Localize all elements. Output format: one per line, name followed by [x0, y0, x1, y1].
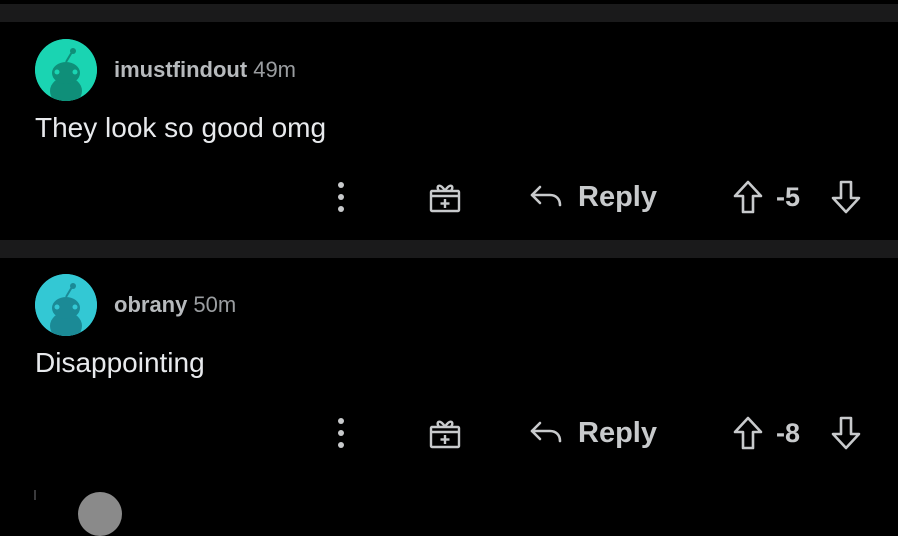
reply-label[interactable]: Reply	[578, 417, 657, 450]
comment-body: They look so good omg	[35, 112, 327, 143]
comment-divider	[0, 240, 898, 258]
thread-line[interactable]	[34, 490, 36, 500]
top-divider	[0, 4, 898, 22]
reply-arrow-icon	[530, 421, 562, 443]
gift-plus-icon	[429, 420, 461, 449]
comment-time: 49m	[253, 57, 296, 82]
comment-actions: Reply -8	[0, 409, 898, 457]
downvote-button[interactable]	[826, 173, 866, 221]
comment-body: Disappointing	[35, 347, 205, 378]
username[interactable]: imustfindout 49m	[114, 57, 296, 83]
username-text[interactable]: imustfindout	[114, 57, 247, 82]
reply-arrow-icon	[530, 185, 562, 207]
vote-score: -5	[776, 182, 801, 212]
vote-score: -8	[776, 418, 801, 448]
downvote-button[interactable]	[826, 409, 866, 457]
arrow-up-icon	[733, 180, 763, 214]
reply-button[interactable]: Reply	[528, 173, 678, 221]
vertical-ellipsis-icon	[338, 418, 344, 448]
snoo-avatar-icon	[35, 39, 97, 101]
more-options-button[interactable]	[322, 409, 360, 457]
reply-label[interactable]: Reply	[578, 181, 657, 214]
next-comment-avatar[interactable]	[78, 492, 122, 536]
username[interactable]: obrany 50m	[114, 292, 236, 318]
upvote-button[interactable]	[728, 409, 768, 457]
arrow-up-icon	[733, 416, 763, 450]
user-avatar[interactable]	[35, 39, 97, 101]
snoo-avatar-icon	[35, 274, 97, 336]
more-options-button[interactable]	[322, 173, 360, 221]
upvote-button[interactable]	[728, 173, 768, 221]
username-text[interactable]: obrany	[114, 292, 187, 317]
comment-card: obrany 50m Disappointing Reply -8	[0, 258, 898, 478]
arrow-down-icon	[831, 180, 861, 214]
award-button[interactable]	[422, 173, 468, 221]
vertical-ellipsis-icon	[338, 182, 344, 212]
comment-actions: Reply -5	[0, 173, 898, 221]
comment-card: imustfindout 49m They look so good omg Re…	[0, 22, 898, 242]
reply-button[interactable]: Reply	[528, 409, 678, 457]
user-avatar[interactable]	[35, 274, 97, 336]
gift-plus-icon	[429, 184, 461, 213]
comment-time: 50m	[193, 292, 237, 317]
award-button[interactable]	[422, 409, 468, 457]
arrow-down-icon	[831, 416, 861, 450]
